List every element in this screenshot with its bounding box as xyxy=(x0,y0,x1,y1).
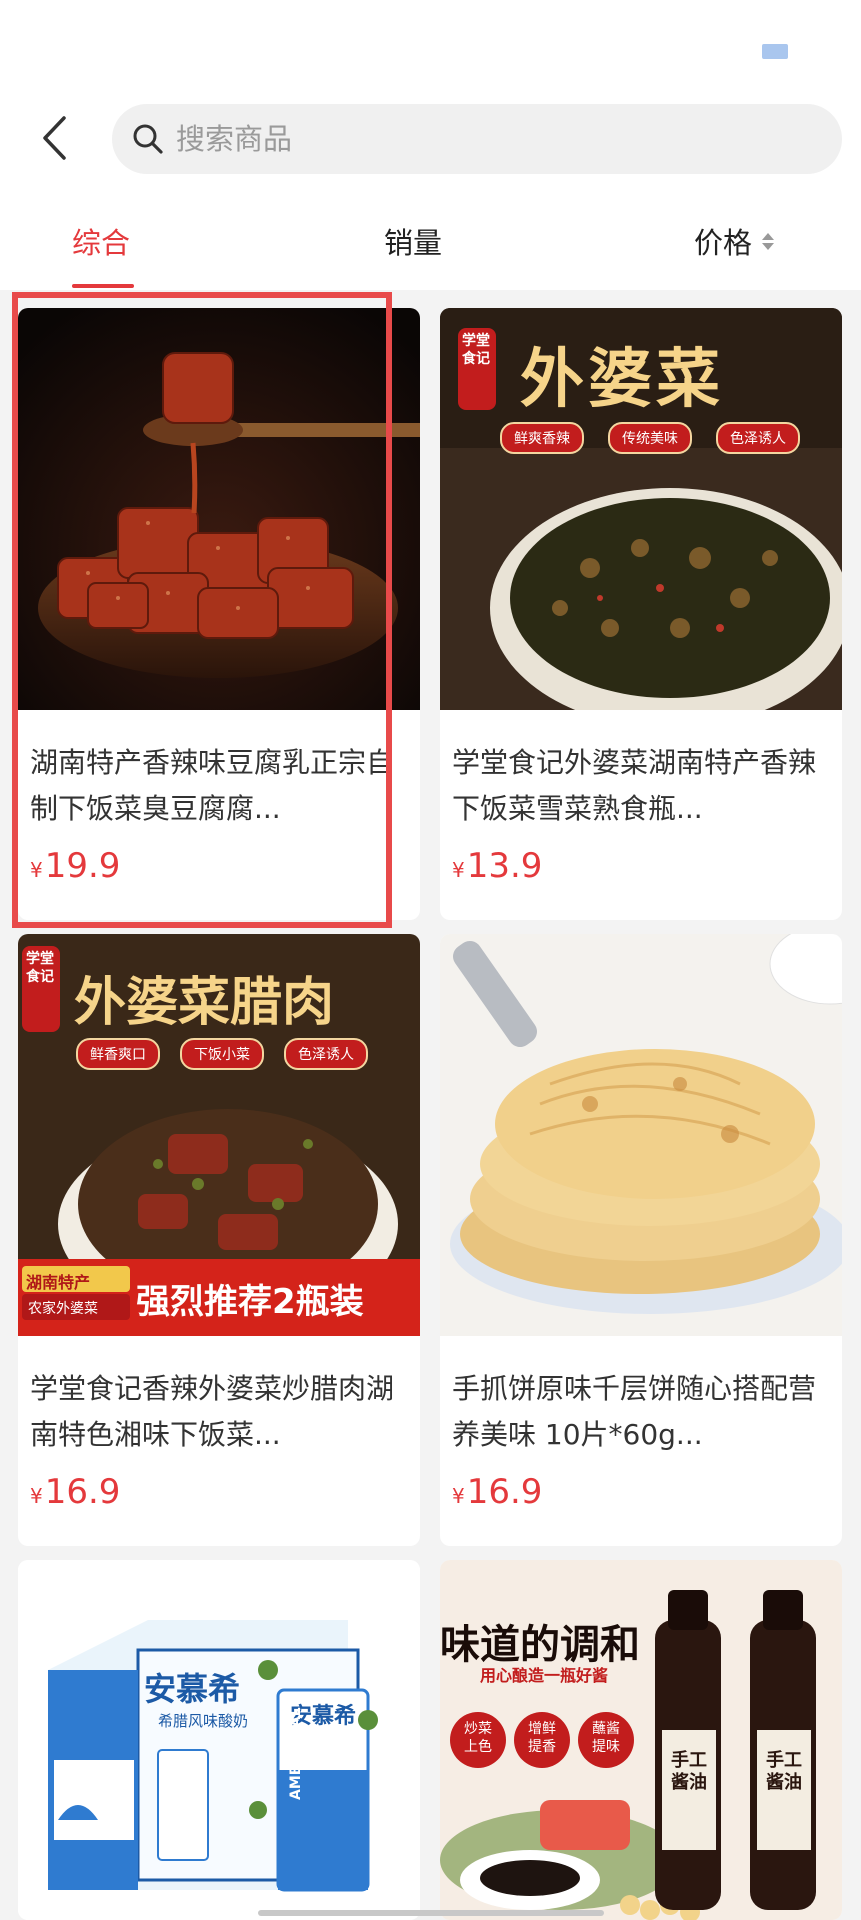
currency-symbol: ¥ xyxy=(452,1484,465,1508)
image-corner-bottom: 农家外婆菜 xyxy=(28,1301,98,1317)
search-input[interactable] xyxy=(176,122,776,156)
image-tag: 色泽诱人 xyxy=(284,1038,368,1070)
tab-comprehensive[interactable]: 综合 xyxy=(72,220,130,262)
product-image: 学堂食记 外婆菜 鲜爽香辣 传统美味 色泽诱人 xyxy=(440,308,842,710)
image-badge: 学堂食记 xyxy=(26,951,54,985)
price-value: 13.9 xyxy=(466,846,543,886)
image-circle-label: 蘸酱提味 xyxy=(592,1721,620,1755)
price-value: 16.9 xyxy=(466,1472,543,1512)
sort-tabs: 综合 销量 价格 xyxy=(0,210,861,290)
image-banner: 强烈推荐2瓶装 xyxy=(136,1282,364,1322)
bottle-label: 手工酱油 xyxy=(766,1750,802,1793)
product-title: 手抓饼原味千层饼随心搭配营养美味 10片*60g... xyxy=(452,1372,817,1451)
chevron-left-icon xyxy=(42,116,66,164)
image-tag: 鲜香爽口 xyxy=(76,1038,160,1070)
product-price: ¥ 16.9 xyxy=(30,1472,120,1512)
tab-label: 综合 xyxy=(72,226,131,260)
product-title: 湖南特产香辣味豆腐乳正宗自制下饭菜臭豆腐腐... xyxy=(30,746,395,825)
image-tag: 传统美味 xyxy=(608,422,692,454)
tab-sales[interactable]: 销量 xyxy=(384,220,442,262)
product-title: 学堂食记香辣外婆菜炒腊肉湖南特色湘味下饭菜... xyxy=(30,1372,395,1451)
search-icon xyxy=(132,122,166,156)
product-image: 安慕希 希腊风味酸奶 安慕希 AMBPOSIAL xyxy=(18,1560,420,1920)
product-card[interactable]: 学堂食记 外婆菜 鲜爽香辣 传统美味 色泽诱人 学堂食记外婆菜湖南特产香辣下饭菜… xyxy=(440,308,842,920)
product-title: 学堂食记外婆菜湖南特产香辣下饭菜雪菜熟食瓶... xyxy=(452,746,817,825)
product-card[interactable]: 味道的调和 用心酿造一瓶好酱 炒菜上色 增鲜提香 蘸酱提味 手工酱油 手工酱油 xyxy=(440,1560,842,1920)
image-sub: 用心酿造一瓶好酱 xyxy=(480,1666,609,1685)
product-price: ¥ 19.9 xyxy=(30,846,120,886)
top-bar: 综合 销量 价格 xyxy=(0,0,861,290)
bottle-label: 手工酱油 xyxy=(671,1750,707,1793)
back-button[interactable] xyxy=(34,112,74,168)
product-price: ¥ 16.9 xyxy=(452,1472,542,1512)
image-badge: 学堂食记 xyxy=(462,333,490,367)
product-image xyxy=(440,934,842,1336)
image-brand: 安慕希 xyxy=(144,1670,241,1708)
product-card[interactable]: 手抓饼原味千层饼随心搭配营养美味 10片*60g... ¥ 16.9 xyxy=(440,934,842,1546)
currency-symbol: ¥ xyxy=(30,858,43,882)
product-card[interactable]: 学堂食记 外婆菜腊肉 鲜香爽口 下饭小菜 色泽诱人 湖南特产 农家外婆菜 强烈推… xyxy=(18,934,420,1546)
product-image: 味道的调和 用心酿造一瓶好酱 炒菜上色 增鲜提香 蘸酱提味 手工酱油 手工酱油 xyxy=(440,1560,842,1920)
image-circle-label: 炒菜上色 xyxy=(464,1721,492,1755)
product-card[interactable]: 湖南特产香辣味豆腐乳正宗自制下饭菜臭豆腐腐... ¥ 19.9 xyxy=(18,308,420,920)
image-tag: 下饭小菜 xyxy=(180,1038,264,1070)
home-indicator xyxy=(258,1910,604,1916)
price-value: 19.9 xyxy=(44,846,121,886)
image-circle-label: 增鲜提香 xyxy=(528,1721,556,1755)
image-tag: 色泽诱人 xyxy=(716,422,800,454)
product-image: 学堂食记 外婆菜腊肉 鲜香爽口 下饭小菜 色泽诱人 湖南特产 农家外婆菜 强烈推… xyxy=(18,934,420,1336)
image-headline: 外婆菜 xyxy=(520,342,724,417)
search-bar[interactable] xyxy=(112,104,842,174)
image-corner-top: 湖南特产 xyxy=(26,1273,91,1292)
currency-symbol: ¥ xyxy=(30,1484,43,1508)
sort-arrows-icon xyxy=(762,232,775,250)
tab-label: 价格 xyxy=(694,226,753,260)
price-value: 16.9 xyxy=(44,1472,121,1512)
tab-label: 销量 xyxy=(384,226,443,260)
product-card[interactable]: 安慕希 希腊风味酸奶 安慕希 AMBPOSIAL xyxy=(18,1560,420,1920)
product-price: ¥ 13.9 xyxy=(452,846,542,886)
product-image xyxy=(18,308,420,710)
status-indicator xyxy=(762,44,788,59)
currency-symbol: ¥ xyxy=(452,858,465,882)
image-headline: 外婆菜腊肉 xyxy=(74,972,335,1033)
image-subtitle: 希腊风味酸奶 xyxy=(158,1712,249,1730)
tab-price[interactable]: 价格 xyxy=(694,220,775,262)
image-side-brand: AMBPOSIAL xyxy=(288,1707,304,1800)
image-tag: 鲜爽香辣 xyxy=(500,422,584,454)
active-tab-indicator xyxy=(72,284,134,288)
